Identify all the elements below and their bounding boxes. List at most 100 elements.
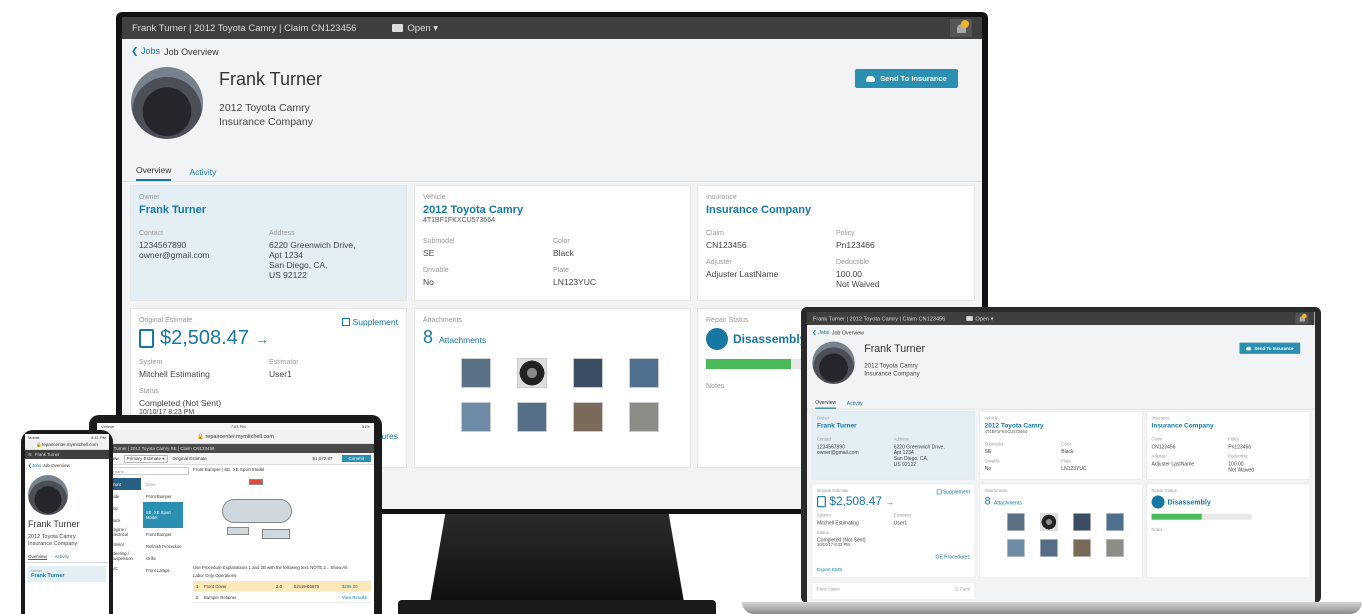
customer-vehicle: 2012 Toyota Camry (219, 102, 310, 114)
diagram-part[interactable] (262, 529, 290, 539)
owner-name[interactable]: Frank Turner (139, 204, 398, 216)
estimate-total[interactable]: $2,508.47 → (817, 495, 970, 509)
cloud-upload-icon (866, 75, 876, 82)
commit-button[interactable]: Commit (341, 455, 371, 462)
repair-progress-fill (706, 359, 791, 369)
attachment-thumbnail[interactable] (461, 358, 491, 388)
attachments-link[interactable]: Attachments (994, 500, 1022, 506)
attachment-thumbnail[interactable] (517, 402, 547, 432)
supplement-link[interactable]: Supplement (341, 317, 398, 327)
attachment-thumbnail[interactable] (1040, 539, 1058, 557)
job-status-menu[interactable]: Open ▾ (966, 315, 993, 322)
oe-procedures-link[interactable]: OE Procedures (936, 554, 970, 560)
insurance-card: Insurance Insurance Company Claim CN1234… (697, 185, 975, 301)
attachment-thumbnail[interactable] (1007, 539, 1025, 557)
arrow-right-icon: → (254, 330, 269, 347)
table-row[interactable]: 1 Front Cover 2.0 52119-06975 $295.00 (193, 581, 371, 592)
repair-status-card: Repair Status Disassembly Notes (1146, 483, 1311, 579)
tab-activity[interactable]: Activity (55, 554, 69, 560)
owner-name[interactable]: Frank Turner (31, 573, 103, 579)
labor-ops-toggle[interactable]: Labor Only Operations (193, 573, 236, 578)
attachment-thumbnail[interactable] (629, 402, 659, 432)
attachment-thumbnail[interactable] (573, 402, 603, 432)
vehicle-card: Vehicle 2012 Toyota Camry 4T1BF1FKXCU573… (414, 185, 691, 301)
repair-status[interactable]: Disassembly (733, 332, 806, 346)
owner-card: Owner Frank Turner Contact 1234567890 ow… (130, 185, 407, 301)
tab-activity[interactable]: Activity (189, 167, 216, 181)
attachment-thumbnail[interactable] (1073, 539, 1091, 557)
attachment-thumbnail[interactable] (1106, 513, 1124, 531)
phone-title-bar: ☰ Frank Turner (25, 450, 109, 459)
estimate-totals: $1,072.87 (312, 456, 333, 461)
send-to-insurance-button[interactable]: Send To Insurance (855, 69, 958, 88)
attachment-thumbnail[interactable] (1106, 539, 1124, 557)
attachment-thumbnail[interactable] (1040, 513, 1058, 531)
notifications-button[interactable] (1295, 313, 1309, 324)
folder-icon (392, 24, 404, 32)
attachment-thumbnail[interactable] (573, 358, 603, 388)
phone-address-bar[interactable]: 🔒 repaircenter.mymitchell.com (25, 440, 109, 450)
insurance-name[interactable]: Insurance Company (706, 204, 966, 216)
attachments-link[interactable]: Attachments (439, 335, 486, 345)
edit-icon (936, 489, 942, 495)
attachment-thumbnail[interactable] (1073, 513, 1091, 531)
supplement-link[interactable]: Supplement (936, 489, 970, 495)
attachment-thumbnail[interactable] (1007, 513, 1025, 531)
zone-item[interactable]: Refinish Procedure (143, 540, 183, 552)
customer-insurer: Insurance Company (28, 541, 78, 547)
breadcrumb-current: Job Overview (164, 46, 219, 57)
original-estimate-tab[interactable]: Original Estimate (173, 456, 207, 461)
tablet-status-bar: Verizon 7:03 PM 51% (97, 423, 374, 430)
estimate-total[interactable]: $2,508.47 → (139, 327, 398, 350)
diagram-part[interactable] (222, 499, 292, 523)
tab-activity[interactable]: Activity (847, 401, 863, 409)
estimate-card: Original Estimate Supplement $2,508.47 →… (811, 483, 976, 579)
back-link[interactable]: ❮ Jobs (131, 46, 160, 57)
tab-bar: Overview Activity (807, 399, 1315, 410)
notification-badge (961, 20, 969, 28)
diagram-part[interactable] (249, 479, 263, 485)
customer-vehicle: 2012 Toyota Camry (28, 534, 76, 540)
tab-overview[interactable]: Overview (815, 399, 837, 409)
zone-list: Zone Front Bumper SE, XE Sport Model Fro… (143, 478, 183, 576)
diagram-part[interactable] (227, 527, 249, 535)
parts-status-card: Parts Status 11 Parts (811, 582, 976, 600)
vehicle-card: Vehicle 2012 Toyota Camry 4T1BF1FKXCU573… (979, 411, 1143, 480)
tablet-address-bar[interactable]: 🔒 repaircenter.mymitchell.com (97, 430, 374, 444)
tab-overview[interactable]: Overview (28, 554, 47, 560)
attachment-thumbnail[interactable] (629, 358, 659, 388)
zone-item[interactable]: Front Bumper (143, 490, 183, 502)
zone-item[interactable]: Front Bumper (143, 528, 183, 540)
vehicle-avatar (28, 475, 68, 515)
tab-overview[interactable]: Overview (136, 165, 172, 181)
attachment-thumbnails (985, 513, 1138, 557)
menu-icon[interactable]: ☰ (28, 452, 32, 458)
tab-bar: Overview Activity (122, 164, 982, 182)
export-ems-link[interactable]: Export EMS (817, 567, 842, 572)
table-row[interactable]: 2 Bumper Retainer View Results (193, 592, 371, 603)
bumper-diagram[interactable] (217, 477, 307, 547)
repair-progress-bar (1151, 513, 1252, 520)
back-link[interactable]: ❮Jobs (28, 463, 41, 468)
attachment-thumbnail[interactable] (517, 358, 547, 388)
title-bar: Frank Turner | 2012 Toyota Camry | Claim… (122, 17, 982, 39)
vehicle-name[interactable]: 2012 Toyota Camry (423, 204, 682, 216)
back-link[interactable]: ❮ Jobs (812, 329, 829, 335)
owner-address-line: Apt 1234 (269, 250, 304, 260)
title-bar-text: Frank Turner | 2012 Toyota Camry | Claim… (132, 22, 357, 34)
zone-item[interactable]: Grille (143, 552, 183, 564)
tablet-title-bar: Frank Turner | 2012 Toyota Camry SE | Cl… (97, 444, 374, 453)
owner-email: owner@gmail.com (139, 250, 210, 260)
send-to-insurance-button[interactable]: Send To Insurance (1239, 342, 1301, 354)
job-status-menu[interactable]: Open ▾ (392, 23, 438, 34)
zone-item[interactable]: Front Lamps (143, 564, 183, 576)
estimate-select[interactable]: Primary Estimate ▾ (123, 454, 168, 463)
attachment-thumbnail[interactable] (461, 402, 491, 432)
owner-address-line: US 92122 (269, 270, 307, 280)
vehicle-vin: 4T1BF1FKXCU573664 (423, 217, 495, 224)
zone-item[interactable]: SE, XE Sport Model (143, 502, 183, 528)
notification-badge (1302, 313, 1307, 319)
notifications-button[interactable] (950, 19, 972, 37)
tab-bar: Overview Activity (25, 548, 109, 563)
customer-header: Frank Turner 2012 Toyota Camry Insurance… (807, 340, 1314, 399)
